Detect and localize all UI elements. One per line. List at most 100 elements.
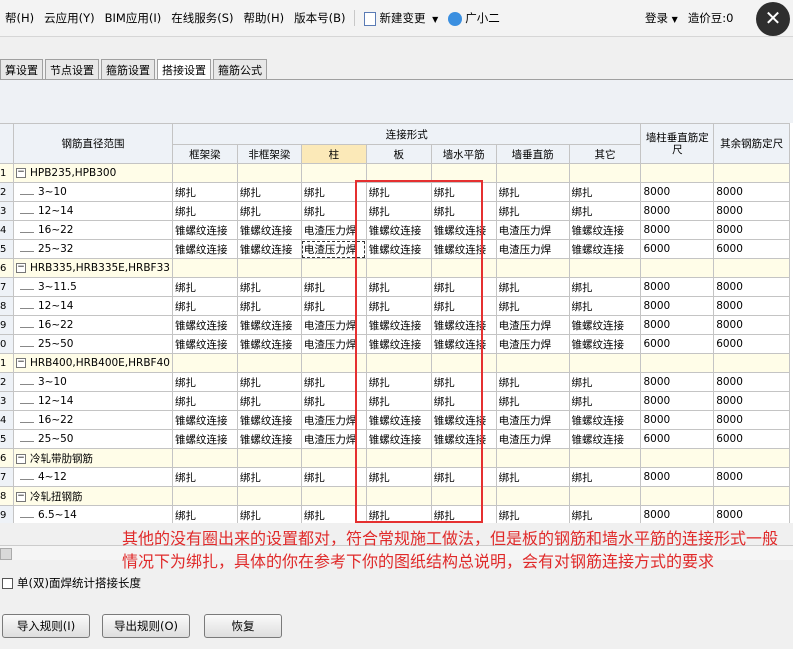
connection-cell[interactable] (568, 163, 642, 183)
connection-cell[interactable] (495, 486, 570, 506)
connection-cell[interactable]: 绑扎 (236, 277, 302, 297)
weld-checkbox-row[interactable]: 单(双)面焊统计搭接长度 (2, 575, 141, 591)
tab-node-settings[interactable]: 节点设置 (45, 59, 99, 79)
col-wall-vertical-header[interactable]: 墙垂直筋 (495, 144, 570, 164)
menu-online-service[interactable]: 在线服务(S) (166, 10, 238, 26)
connection-cell[interactable]: 绑扎 (568, 201, 642, 221)
wall-vertical-length-cell[interactable]: 8000 (640, 201, 715, 221)
other-length-cell[interactable]: 8000 (713, 220, 790, 240)
other-length-cell[interactable] (713, 486, 790, 506)
wall-vertical-length-cell[interactable] (640, 353, 715, 373)
connection-cell[interactable]: 电渣压力焊 (495, 315, 570, 335)
wall-vertical-length-cell[interactable]: 8000 (640, 220, 715, 240)
wall-vertical-length-cell[interactable]: 8000 (640, 182, 715, 202)
connection-cell[interactable]: 绑扎 (495, 467, 570, 487)
range-cell[interactable]: 3~10 (12, 182, 173, 202)
range-cell[interactable]: 16~22 (12, 410, 173, 430)
connection-cell[interactable] (171, 486, 238, 506)
range-cell[interactable]: 4~12 (12, 467, 173, 487)
connection-cell[interactable]: 绑扎 (171, 182, 238, 202)
connection-cell[interactable]: 绑扎 (568, 505, 642, 523)
range-cell[interactable]: 16~22 (12, 315, 173, 335)
connection-cell[interactable] (495, 448, 570, 468)
tab-lap-settings[interactable]: 搭接设置 (157, 59, 211, 79)
connection-cell[interactable]: 锥螺纹连接 (568, 220, 642, 240)
range-cell[interactable]: 12~14 (12, 391, 173, 411)
other-length-cell[interactable] (713, 353, 790, 373)
other-length-cell[interactable]: 6000 (713, 239, 790, 259)
connection-cell[interactable]: 锥螺纹连接 (568, 334, 642, 354)
user-button[interactable]: 广小二 (443, 10, 505, 26)
collapse-icon[interactable]: − (15, 263, 26, 273)
other-length-cell[interactable]: 8000 (713, 372, 790, 392)
connection-cell[interactable]: 锥螺纹连接 (236, 315, 302, 335)
other-length-cell[interactable]: 6000 (713, 334, 790, 354)
connection-cell[interactable]: 绑扎 (171, 372, 238, 392)
connection-cell[interactable]: 锥螺纹连接 (171, 429, 238, 449)
range-cell[interactable]: − HPB235,HPB300 (12, 163, 173, 183)
connection-cell[interactable]: 绑扎 (495, 505, 570, 523)
connection-cell[interactable] (236, 486, 302, 506)
connection-cell[interactable]: 锥螺纹连接 (171, 334, 238, 354)
connection-cell[interactable]: 绑扎 (236, 201, 302, 221)
connection-cell[interactable] (236, 163, 302, 183)
wall-vertical-length-cell[interactable]: 6000 (640, 239, 715, 259)
new-change-button[interactable]: 新建变更 ▼ (359, 10, 443, 26)
col-other-header[interactable]: 其它 (568, 144, 642, 164)
connection-cell[interactable]: 锥螺纹连接 (236, 410, 302, 430)
import-rules-button[interactable]: 导入规则(I) (2, 614, 90, 638)
range-cell[interactable]: 12~14 (12, 201, 173, 221)
connection-cell[interactable]: 锥螺纹连接 (568, 315, 642, 335)
connection-cell[interactable]: 锥螺纹连接 (236, 220, 302, 240)
collapse-icon[interactable]: − (15, 491, 26, 502)
wall-vertical-length-cell[interactable]: 8000 (640, 467, 715, 487)
connection-cell[interactable]: 绑扎 (236, 391, 302, 411)
other-length-cell[interactable]: 8000 (713, 467, 790, 487)
connection-cell[interactable]: 锥螺纹连接 (171, 220, 238, 240)
connection-cell[interactable] (171, 448, 238, 468)
connection-cell[interactable]: 锥螺纹连接 (171, 315, 238, 335)
wall-vertical-length-cell[interactable]: 8000 (640, 315, 715, 335)
wall-vertical-length-cell[interactable] (640, 486, 715, 506)
menu-help-partial[interactable]: 帮(H) (0, 10, 39, 26)
tab-stirrup-formula[interactable]: 箍筋公式 (213, 59, 267, 79)
range-cell[interactable]: − HRB400,HRB400E,HRBF40 (12, 353, 173, 373)
close-icon[interactable]: ✕ (756, 2, 790, 36)
connection-cell[interactable]: 绑扎 (171, 467, 238, 487)
wall-vertical-length-cell[interactable]: 6000 (640, 334, 715, 354)
connection-cell[interactable] (236, 353, 302, 373)
collapse-icon[interactable]: − (15, 453, 26, 464)
connection-cell[interactable] (568, 448, 642, 468)
wall-vertical-length-cell[interactable]: 8000 (640, 505, 715, 523)
menu-bim-app[interactable]: BIM应用(I) (100, 10, 167, 26)
menu-version[interactable]: 版本号(B) (289, 10, 350, 26)
connection-cell[interactable] (495, 258, 570, 278)
range-cell[interactable]: 3~10 (12, 372, 173, 392)
col-frame-beam-header[interactable]: 框架梁 (171, 144, 238, 164)
connection-cell[interactable]: 锥螺纹连接 (568, 239, 642, 259)
connection-cell[interactable]: 电渣压力焊 (495, 410, 570, 430)
other-length-cell[interactable] (713, 163, 790, 183)
collapse-icon[interactable]: − (15, 358, 26, 368)
range-cell[interactable]: 25~50 (12, 429, 173, 449)
wall-vertical-length-cell[interactable]: 8000 (640, 277, 715, 297)
connection-cell[interactable]: 绑扎 (236, 372, 302, 392)
connection-cell[interactable]: 绑扎 (568, 391, 642, 411)
other-length-cell[interactable]: 8000 (713, 505, 790, 523)
range-cell[interactable]: 6.5~14 (12, 505, 173, 523)
weld-checkbox[interactable] (2, 577, 13, 589)
connection-cell[interactable] (495, 163, 570, 183)
connection-cell[interactable]: 电渣压力焊 (495, 334, 570, 354)
wall-vertical-length-cell[interactable] (640, 163, 715, 183)
connection-cell[interactable]: 锥螺纹连接 (236, 239, 302, 259)
range-cell[interactable]: − HRB335,HRB335E,HRBF33 (12, 258, 173, 278)
col-nonframe-beam-header[interactable]: 非框架梁 (236, 144, 302, 164)
col-column-header[interactable]: 柱 (300, 144, 367, 164)
connection-cell[interactable]: 绑扎 (236, 296, 302, 316)
range-cell[interactable]: 16~22 (12, 220, 173, 240)
col-slab-header[interactable]: 板 (365, 144, 432, 164)
connection-cell[interactable]: 绑扎 (171, 505, 238, 523)
connection-cell[interactable]: 绑扎 (495, 201, 570, 221)
wall-vertical-length-cell[interactable]: 8000 (640, 372, 715, 392)
other-length-cell[interactable] (713, 258, 790, 278)
